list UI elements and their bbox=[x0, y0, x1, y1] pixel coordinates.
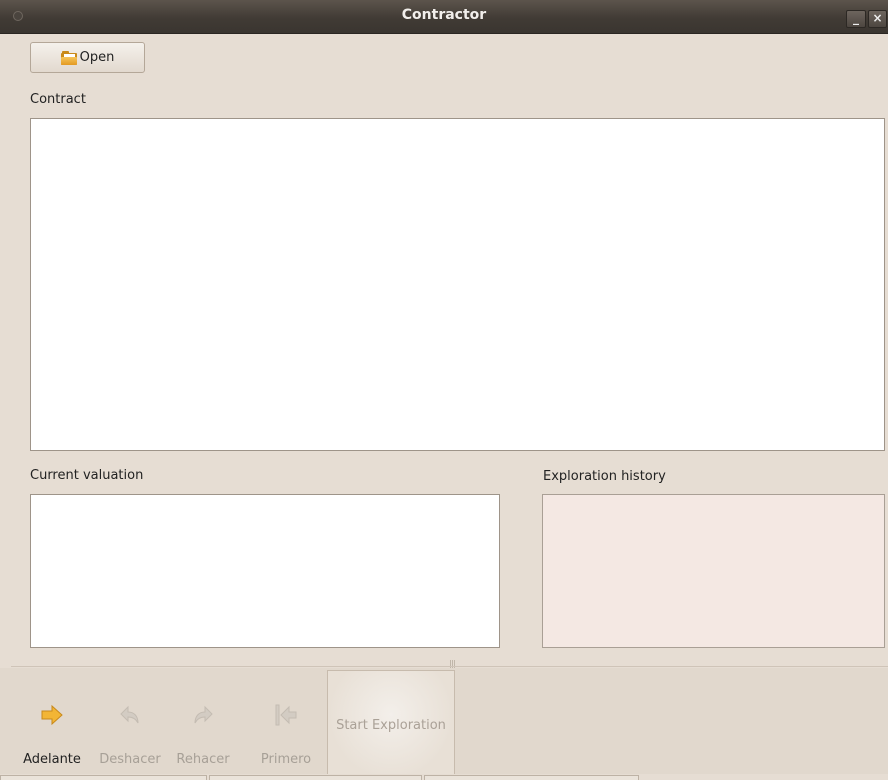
undo-icon bbox=[120, 705, 139, 724]
rehacer-label: Rehacer bbox=[176, 752, 230, 767]
exploration-history-area[interactable] bbox=[542, 494, 885, 648]
contract-label: Contract bbox=[30, 92, 86, 107]
current-valuation-area[interactable] bbox=[30, 494, 500, 648]
status-segment bbox=[0, 775, 207, 780]
current-valuation-label: Current valuation bbox=[30, 468, 144, 483]
arrow-right-icon bbox=[41, 704, 63, 726]
start-exploration-label: Start Exploration bbox=[336, 718, 446, 733]
redo-icon bbox=[194, 705, 213, 724]
folder-icon bbox=[60, 50, 77, 65]
exploration-history-label: Exploration history bbox=[543, 469, 666, 484]
close-button[interactable]: × bbox=[868, 10, 887, 28]
rehacer-button[interactable]: Rehacer bbox=[173, 700, 233, 770]
open-button[interactable]: Open bbox=[30, 42, 145, 73]
title-bar[interactable]: Contractor _ × bbox=[0, 0, 888, 34]
primero-label: Primero bbox=[260, 752, 312, 767]
window-title: Contractor bbox=[401, 7, 487, 23]
start-exploration-button[interactable]: Start Exploration bbox=[327, 670, 455, 780]
deshacer-label: Deshacer bbox=[99, 752, 161, 767]
adelante-label: Adelante bbox=[23, 752, 81, 767]
status-segment bbox=[424, 775, 639, 780]
deshacer-button[interactable]: Deshacer bbox=[99, 700, 161, 770]
open-button-label: Open bbox=[79, 50, 115, 65]
go-first-icon bbox=[275, 704, 297, 726]
adelante-button[interactable]: Adelante bbox=[22, 700, 82, 770]
primero-button[interactable]: Primero bbox=[256, 700, 316, 770]
status-segment bbox=[209, 775, 422, 780]
contract-text-area[interactable] bbox=[30, 118, 885, 451]
minimize-button[interactable]: _ bbox=[846, 10, 866, 28]
